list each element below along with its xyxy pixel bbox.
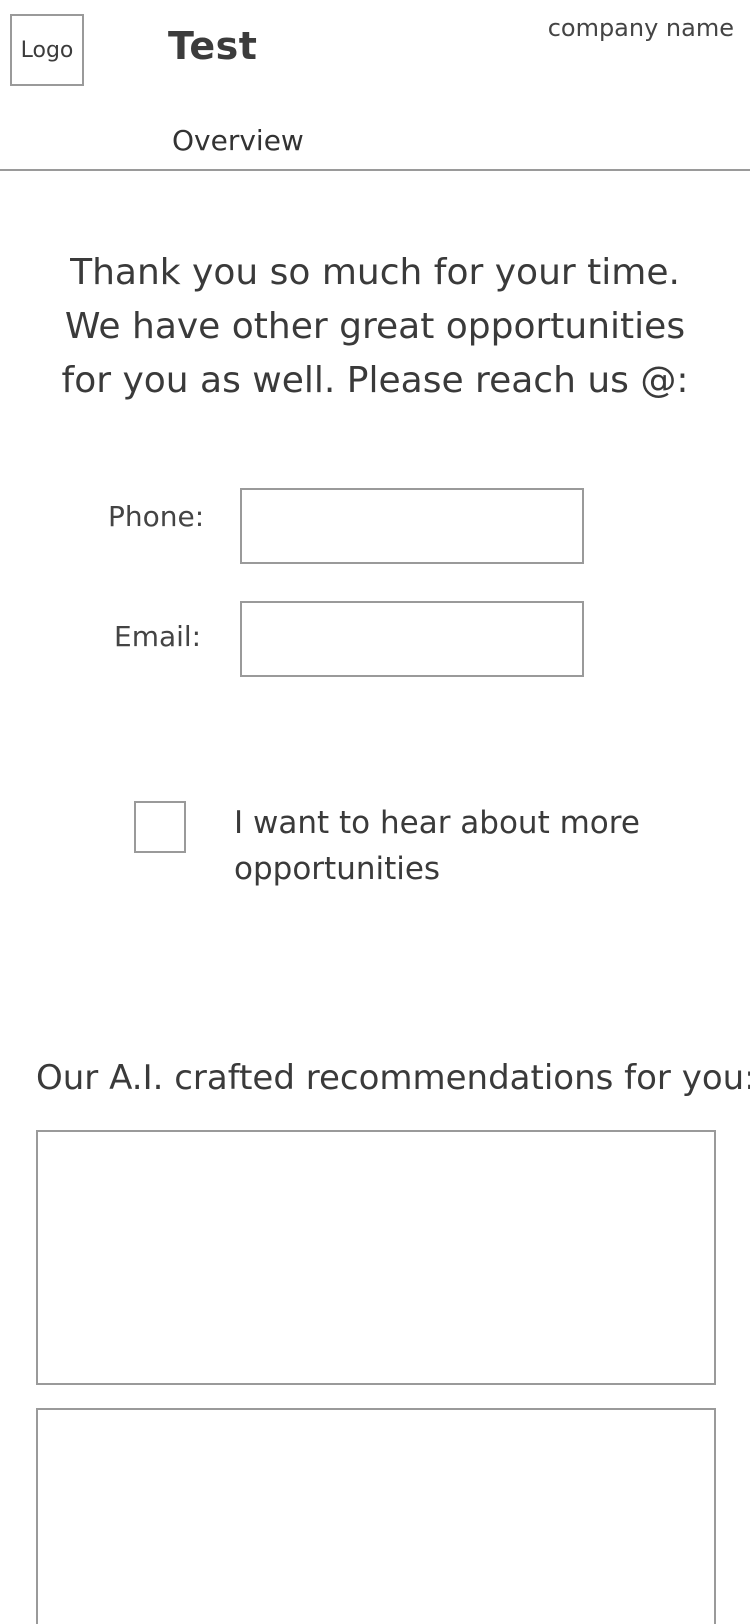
company-name: company name	[547, 14, 734, 42]
phone-label: Phone:	[108, 500, 205, 533]
recommendations-heading: Our A.I. crafted recommendations for you…	[36, 1058, 750, 1098]
logo: Logo	[10, 14, 84, 86]
thank-you-message: Thank you so much for your time. We have…	[61, 252, 689, 401]
email-input[interactable]	[240, 601, 584, 677]
opt-in-label: I want to hear about more opportunities	[234, 805, 640, 887]
phone-input[interactable]	[240, 488, 584, 564]
header-divider	[0, 169, 750, 171]
recommendation-card[interactable]	[36, 1130, 716, 1385]
logo-label: Logo	[20, 37, 74, 63]
tab-overview[interactable]: Overview	[172, 124, 304, 157]
app-title: Test	[168, 24, 258, 68]
opt-in-checkbox[interactable]	[134, 801, 186, 853]
email-label: Email:	[114, 620, 202, 653]
recommendation-card[interactable]	[36, 1408, 716, 1624]
